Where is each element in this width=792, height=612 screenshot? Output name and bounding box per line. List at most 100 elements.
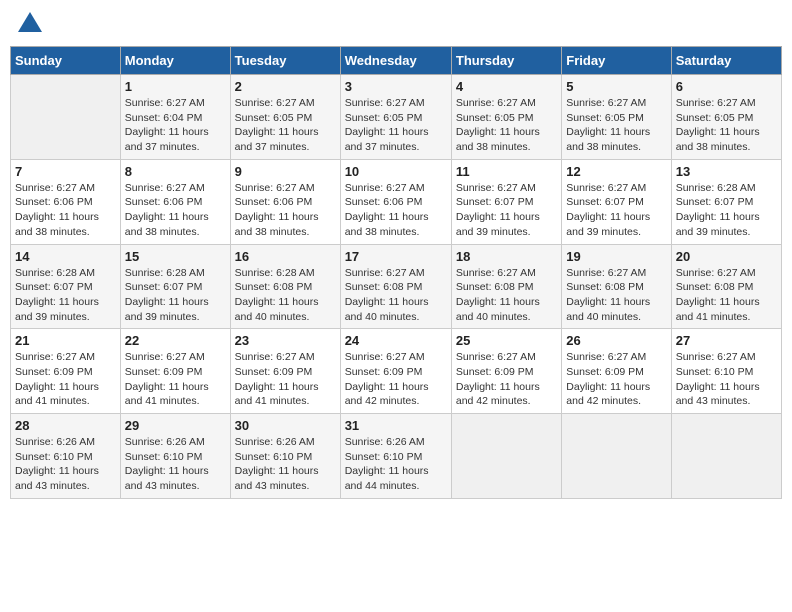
weekday-header-friday: Friday	[562, 47, 671, 75]
calendar-cell: 13 Sunrise: 6:28 AMSunset: 6:07 PMDayligh…	[671, 159, 781, 244]
calendar-cell: 26 Sunrise: 6:27 AMSunset: 6:09 PMDayligh…	[562, 329, 671, 414]
calendar-cell: 10 Sunrise: 6:27 AMSunset: 6:06 PMDayligh…	[340, 159, 451, 244]
calendar-cell: 31 Sunrise: 6:26 AMSunset: 6:10 PMDayligh…	[340, 414, 451, 499]
day-info: Sunrise: 6:27 AMSunset: 6:06 PMDaylight:…	[125, 181, 226, 240]
day-number: 19	[566, 249, 666, 264]
logo	[14, 10, 44, 38]
day-number: 21	[15, 333, 116, 348]
day-info: Sunrise: 6:27 AMSunset: 6:07 PMDaylight:…	[456, 181, 557, 240]
day-info: Sunrise: 6:27 AMSunset: 6:06 PMDaylight:…	[15, 181, 116, 240]
day-number: 28	[15, 418, 116, 433]
day-info: Sunrise: 6:27 AMSunset: 6:10 PMDaylight:…	[676, 350, 777, 409]
calendar-cell: 11 Sunrise: 6:27 AMSunset: 6:07 PMDayligh…	[451, 159, 561, 244]
day-info: Sunrise: 6:26 AMSunset: 6:10 PMDaylight:…	[235, 435, 336, 494]
day-info: Sunrise: 6:27 AMSunset: 6:05 PMDaylight:…	[456, 96, 557, 155]
day-info: Sunrise: 6:27 AMSunset: 6:06 PMDaylight:…	[235, 181, 336, 240]
day-info: Sunrise: 6:27 AMSunset: 6:09 PMDaylight:…	[345, 350, 447, 409]
calendar-cell: 17 Sunrise: 6:27 AMSunset: 6:08 PMDayligh…	[340, 244, 451, 329]
calendar-cell	[671, 414, 781, 499]
day-info: Sunrise: 6:27 AMSunset: 6:09 PMDaylight:…	[235, 350, 336, 409]
calendar-cell: 1 Sunrise: 6:27 AMSunset: 6:04 PMDaylight…	[120, 75, 230, 160]
calendar-cell: 12 Sunrise: 6:27 AMSunset: 6:07 PMDayligh…	[562, 159, 671, 244]
calendar-cell: 6 Sunrise: 6:27 AMSunset: 6:05 PMDaylight…	[671, 75, 781, 160]
day-number: 1	[125, 79, 226, 94]
day-number: 29	[125, 418, 226, 433]
day-number: 24	[345, 333, 447, 348]
day-number: 16	[235, 249, 336, 264]
day-info: Sunrise: 6:27 AMSunset: 6:08 PMDaylight:…	[456, 266, 557, 325]
calendar-cell: 19 Sunrise: 6:27 AMSunset: 6:08 PMDayligh…	[562, 244, 671, 329]
day-number: 15	[125, 249, 226, 264]
day-number: 10	[345, 164, 447, 179]
calendar-cell: 14Sunrise: 6:28 AMSunset: 6:07 PMDayligh…	[11, 244, 121, 329]
day-info: Sunrise: 6:27 AMSunset: 6:09 PMDaylight:…	[456, 350, 557, 409]
day-info: Sunrise: 6:27 AMSunset: 6:08 PMDaylight:…	[676, 266, 777, 325]
calendar-cell: 2 Sunrise: 6:27 AMSunset: 6:05 PMDaylight…	[230, 75, 340, 160]
day-number: 25	[456, 333, 557, 348]
day-info: Sunrise: 6:27 AMSunset: 6:05 PMDaylight:…	[345, 96, 447, 155]
day-info: Sunrise: 6:27 AMSunset: 6:07 PMDaylight:…	[566, 181, 666, 240]
logo-icon	[16, 10, 44, 38]
calendar-cell: 5Sunrise: 6:27 AMSunset: 6:05 PMDaylight…	[562, 75, 671, 160]
day-info: Sunrise: 6:28 AMSunset: 6:08 PMDaylight:…	[235, 266, 336, 325]
day-number: 7	[15, 164, 116, 179]
day-number: 6	[676, 79, 777, 94]
day-info: Sunrise: 6:26 AMSunset: 6:10 PMDaylight:…	[345, 435, 447, 494]
day-info: Sunrise: 6:27 AMSunset: 6:05 PMDaylight:…	[676, 96, 777, 155]
day-number: 5	[566, 79, 666, 94]
calendar-cell: 24 Sunrise: 6:27 AMSunset: 6:09 PMDayligh…	[340, 329, 451, 414]
day-info: Sunrise: 6:27 AMSunset: 6:09 PMDaylight:…	[15, 350, 116, 409]
day-info: Sunrise: 6:28 AMSunset: 6:07 PMDaylight:…	[125, 266, 226, 325]
calendar-cell: 21 Sunrise: 6:27 AMSunset: 6:09 PMDayligh…	[11, 329, 121, 414]
calendar-cell	[11, 75, 121, 160]
day-number: 2	[235, 79, 336, 94]
day-number: 12	[566, 164, 666, 179]
weekday-header-sunday: Sunday	[11, 47, 121, 75]
calendar-cell: 23Sunrise: 6:27 AMSunset: 6:09 PMDayligh…	[230, 329, 340, 414]
weekday-header-row: SundayMondayTuesdayWednesdayThursdayFrid…	[11, 47, 782, 75]
calendar-week-row: 21 Sunrise: 6:27 AMSunset: 6:09 PMDayligh…	[11, 329, 782, 414]
day-number: 3	[345, 79, 447, 94]
day-number: 11	[456, 164, 557, 179]
day-info: Sunrise: 6:27 AMSunset: 6:04 PMDaylight:…	[125, 96, 226, 155]
day-info: Sunrise: 6:27 AMSunset: 6:05 PMDaylight:…	[235, 96, 336, 155]
day-number: 13	[676, 164, 777, 179]
weekday-header-monday: Monday	[120, 47, 230, 75]
calendar-cell: 4Sunrise: 6:27 AMSunset: 6:05 PMDaylight…	[451, 75, 561, 160]
weekday-header-saturday: Saturday	[671, 47, 781, 75]
day-number: 30	[235, 418, 336, 433]
calendar-table: SundayMondayTuesdayWednesdayThursdayFrid…	[10, 46, 782, 499]
page-header	[10, 10, 782, 38]
calendar-week-row: 14Sunrise: 6:28 AMSunset: 6:07 PMDayligh…	[11, 244, 782, 329]
day-number: 18	[456, 249, 557, 264]
calendar-cell: 29 Sunrise: 6:26 AMSunset: 6:10 PMDayligh…	[120, 414, 230, 499]
calendar-cell	[451, 414, 561, 499]
day-info: Sunrise: 6:27 AMSunset: 6:09 PMDaylight:…	[566, 350, 666, 409]
calendar-cell: 30 Sunrise: 6:26 AMSunset: 6:10 PMDayligh…	[230, 414, 340, 499]
day-info: Sunrise: 6:27 AMSunset: 6:06 PMDaylight:…	[345, 181, 447, 240]
day-number: 9	[235, 164, 336, 179]
calendar-cell: 27 Sunrise: 6:27 AMSunset: 6:10 PMDayligh…	[671, 329, 781, 414]
weekday-header-wednesday: Wednesday	[340, 47, 451, 75]
calendar-cell: 16 Sunrise: 6:28 AMSunset: 6:08 PMDayligh…	[230, 244, 340, 329]
calendar-cell	[562, 414, 671, 499]
calendar-week-row: 1 Sunrise: 6:27 AMSunset: 6:04 PMDaylight…	[11, 75, 782, 160]
day-number: 27	[676, 333, 777, 348]
day-info: Sunrise: 6:27 AMSunset: 6:09 PMDaylight:…	[125, 350, 226, 409]
calendar-week-row: 7 Sunrise: 6:27 AMSunset: 6:06 PMDaylight…	[11, 159, 782, 244]
day-info: Sunrise: 6:27 AMSunset: 6:08 PMDaylight:…	[566, 266, 666, 325]
weekday-header-thursday: Thursday	[451, 47, 561, 75]
calendar-cell: 9 Sunrise: 6:27 AMSunset: 6:06 PMDaylight…	[230, 159, 340, 244]
calendar-cell: 3 Sunrise: 6:27 AMSunset: 6:05 PMDaylight…	[340, 75, 451, 160]
calendar-cell: 15 Sunrise: 6:28 AMSunset: 6:07 PMDayligh…	[120, 244, 230, 329]
calendar-cell: 28Sunrise: 6:26 AMSunset: 6:10 PMDayligh…	[11, 414, 121, 499]
calendar-cell: 7 Sunrise: 6:27 AMSunset: 6:06 PMDaylight…	[11, 159, 121, 244]
day-info: Sunrise: 6:27 AMSunset: 6:08 PMDaylight:…	[345, 266, 447, 325]
day-number: 31	[345, 418, 447, 433]
day-number: 20	[676, 249, 777, 264]
day-number: 22	[125, 333, 226, 348]
day-number: 17	[345, 249, 447, 264]
day-number: 26	[566, 333, 666, 348]
day-info: Sunrise: 6:26 AMSunset: 6:10 PMDaylight:…	[125, 435, 226, 494]
day-info: Sunrise: 6:28 AMSunset: 6:07 PMDaylight:…	[676, 181, 777, 240]
